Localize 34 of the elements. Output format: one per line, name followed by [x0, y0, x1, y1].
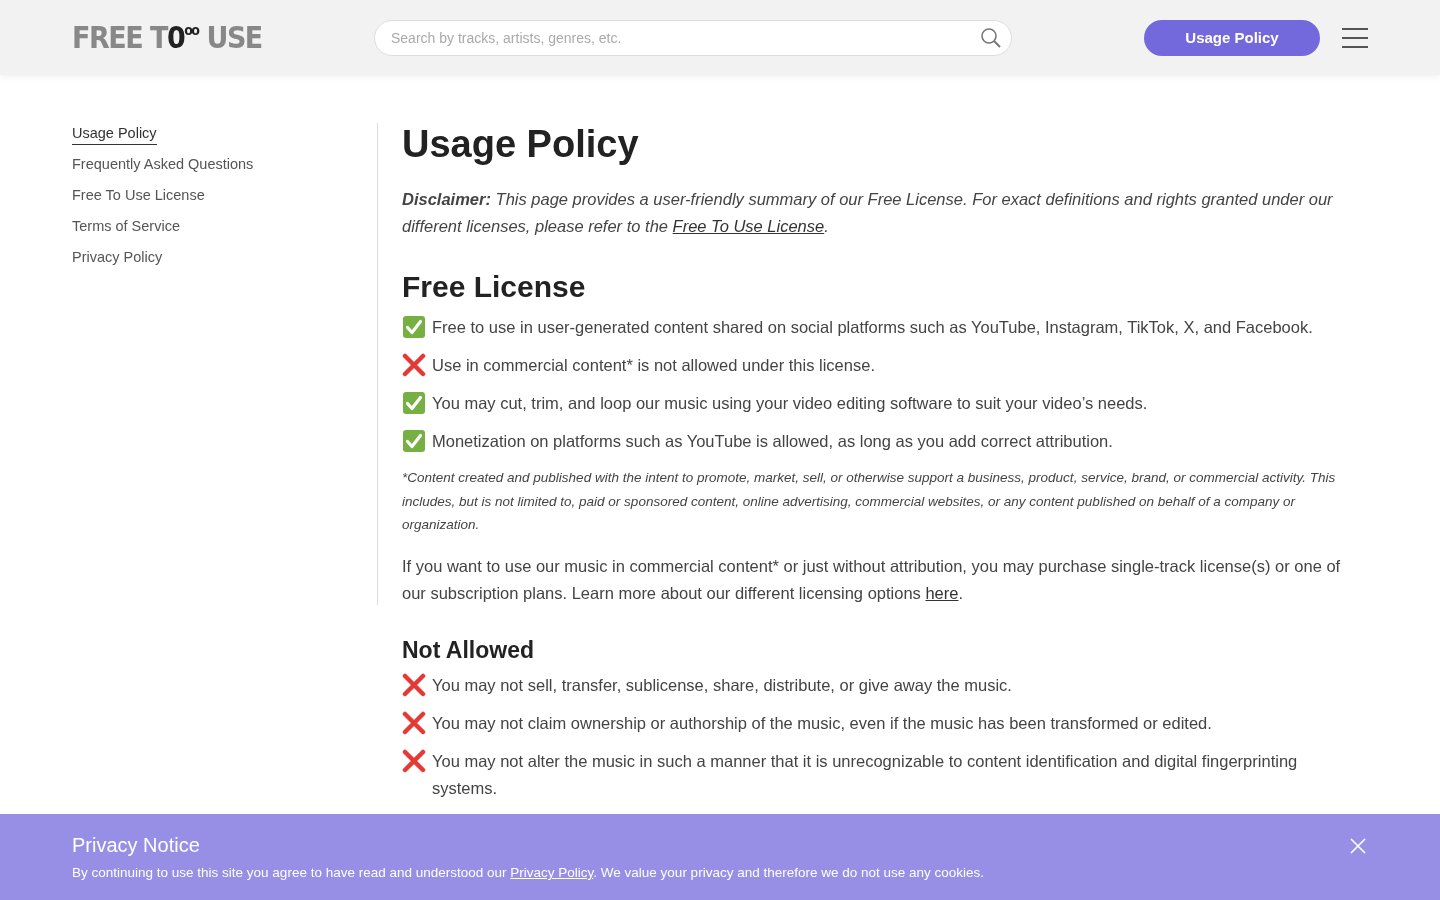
disclaimer: Disclaimer: This page provides a user-friendly summary of our Free License. For exact definitions and rights granted under our different licenses, please refer to the Free To Use License. [402, 189, 1334, 237]
sidebar-link[interactable]: Frequently Asked Questions [72, 156, 254, 176]
cross-icon [402, 710, 426, 735]
usage-policy-button[interactable]: Usage Policy [1144, 19, 1320, 56]
check-icon [402, 391, 426, 415]
footnote: *Content created and published with the intent to promote, market, sell, or otherwise support a business, product, service, brand, or commercial activity. This includes, but is not limited to, paid or sponsored content, online advertising, commercial websites, or any content published on behalf of a company or organization. [402, 469, 1337, 534]
sidebar-link[interactable]: Privacy Policy [72, 249, 163, 269]
list-item-text: Monetization on platforms such as YouTube is allowed, as long as you add correct attribution. [432, 431, 1113, 452]
list-item-text: You may cut, trim, and loop our music using your video editing software to suit your video’s needs. [432, 393, 1148, 414]
check-icon [402, 315, 426, 339]
list-item-text: You may not claim ownership or authorship of the music, even if the music has been transformed or edited. [432, 712, 1212, 734]
cross-icon [402, 672, 426, 697]
sidebar-link[interactable]: Free To Use License [72, 187, 205, 207]
menu-icon[interactable] [1342, 26, 1368, 49]
sidebar-link[interactable]: Usage Policy [72, 125, 157, 145]
here-link[interactable]: here [925, 583, 959, 602]
page-title: Usage Policy [402, 123, 640, 166]
close-icon[interactable] [1350, 838, 1366, 854]
list-item-text: Free to use in user-generated content shared on social platforms such as YouTube, Instagram, TikTok, X, and Facebook. [432, 317, 1313, 338]
section-heading: Free License [402, 270, 587, 304]
privacy-text: By continuing to use this site you agree to have read and understood our Privacy Policy. We value your privacy and therefore we do not use any cookies. [72, 865, 986, 880]
search-field[interactable]: Search by tracks, artists, genres, etc. [374, 19, 1012, 56]
list-item-text: Use in commercial content* is not allowed under this license. [432, 355, 875, 376]
cross-icon [402, 748, 426, 773]
list-item-text: You may not sell, transfer, sublicense, share, distribute, or give away the music. [432, 674, 1012, 696]
check-icon [402, 429, 426, 453]
privacy-title: Privacy Notice [72, 834, 200, 857]
search-icon[interactable] [980, 26, 1002, 49]
section-heading: Not Allowed [402, 636, 536, 664]
sidebar-link[interactable]: Terms of Service [72, 218, 180, 238]
paragraph: If you want to use our music in commercial content* or just without attribution, you may purchase single-track license(s) or one of our subscription plans. Learn more about our different licensing options here. [402, 555, 1342, 604]
cross-icon [402, 353, 426, 377]
list-item-text: You may not alter the music in such a manner that it is unrecognizable to content identification and digital fingerprinting systems. [432, 750, 1299, 799]
license-link[interactable]: Free To Use License [672, 217, 825, 235]
